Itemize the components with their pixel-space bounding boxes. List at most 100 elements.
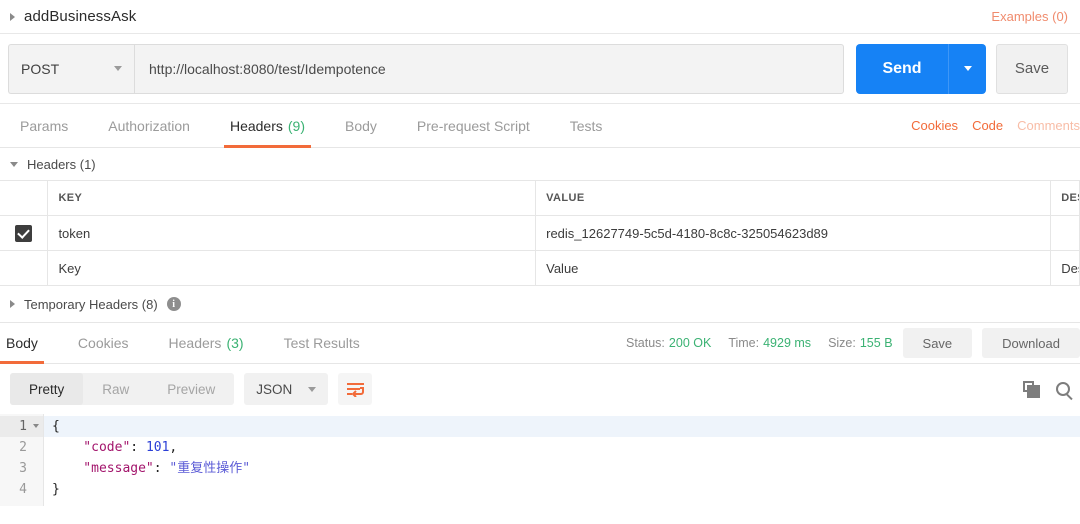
comments-link[interactable]: Comments	[1017, 118, 1080, 133]
headers-table: KEY VALUE DESCRIPTION ••• Bulk Edit Pres…	[0, 180, 1080, 286]
line-number-value: 2	[19, 440, 27, 455]
header-value-col: VALUE	[535, 180, 1052, 216]
response-bar: Body Cookies Headers (3) Test Results St…	[0, 322, 1080, 364]
code-token-punct: }	[52, 482, 60, 497]
tab-label: Authorization	[108, 117, 190, 134]
code-token-key: "message"	[52, 461, 154, 476]
placeholder-description-cell[interactable]: Description	[1050, 250, 1080, 286]
time-stat: Time: 4929 ms	[728, 336, 811, 350]
response-tabs: Body Cookies Headers (3) Test Results	[0, 323, 380, 364]
tab-label: Headers	[168, 335, 222, 351]
table-header-row: KEY VALUE DESCRIPTION ••• Bulk Edit Pres…	[0, 180, 1080, 216]
language-select[interactable]: JSON	[244, 373, 329, 405]
word-wrap-button[interactable]	[338, 373, 373, 405]
save-request-button[interactable]: Save	[996, 43, 1068, 94]
code-token-punct: :	[130, 440, 146, 455]
cookies-link[interactable]: Cookies	[911, 118, 958, 133]
tab-authorization[interactable]: Authorization	[88, 104, 210, 147]
format-raw[interactable]: Raw	[83, 373, 148, 405]
line-number-value: 3	[19, 461, 27, 476]
row-key-cell[interactable]: token	[47, 215, 537, 251]
code-token-punct: {	[52, 419, 60, 434]
code-token-punct: ,	[169, 440, 178, 455]
send-button-group: Send	[856, 43, 986, 94]
temporary-headers-label: Temporary Headers (8)	[24, 296, 158, 312]
url-bar: POST http://localhost:8080/test/Idempote…	[0, 34, 1080, 104]
tab-label: Test Results	[283, 335, 360, 351]
response-body-code: 1 2 3 4 { "code": 101, "message": "重复性操作…	[0, 414, 1080, 506]
header-description-col: DESCRIPTION ••• Bulk Edit Presets	[1050, 180, 1080, 216]
size-label: Size:	[828, 336, 856, 350]
http-method-select[interactable]: POST	[8, 43, 134, 94]
code-token-punct: :	[153, 461, 170, 476]
header-checkbox-col	[0, 180, 49, 216]
table-row: token redis_12627749-5c5d-4180-8c8c-3250…	[0, 215, 1080, 251]
tab-tests[interactable]: Tests	[550, 104, 623, 147]
line-number-value: 4	[19, 482, 27, 497]
search-icon[interactable]	[1056, 382, 1070, 396]
response-actions: Save Download	[893, 323, 1080, 363]
info-icon[interactable]: i	[166, 297, 181, 311]
tab-body[interactable]: Body	[325, 104, 397, 147]
time-label: Time:	[728, 336, 760, 350]
download-response-button[interactable]: Download	[982, 328, 1080, 358]
copy-icon[interactable]	[1023, 380, 1040, 398]
fold-caret-icon[interactable]	[33, 424, 39, 428]
line-number-gutter: 1 2 3 4	[0, 414, 44, 506]
request-name-bar: addBusinessAsk Examples (0)	[0, 0, 1080, 34]
format-mode-group: Pretty Raw Preview	[10, 373, 235, 405]
tab-pre-request-script[interactable]: Pre-request Script	[397, 104, 550, 147]
tab-label: Cookies	[77, 335, 129, 351]
tab-label: Params	[20, 117, 69, 134]
send-button[interactable]: Send	[856, 43, 948, 94]
url-input[interactable]: http://localhost:8080/test/Idempotence	[134, 43, 844, 94]
placeholder-value-cell[interactable]: Value	[535, 250, 1052, 286]
code-token-key: "code"	[52, 440, 131, 455]
row-checkbox-cell[interactable]	[0, 215, 49, 251]
format-pretty[interactable]: Pretty	[10, 373, 84, 405]
tab-label: Tests	[569, 117, 603, 134]
chevron-down-icon	[963, 66, 972, 71]
temporary-headers-row[interactable]: Temporary Headers (8) i	[0, 286, 1080, 322]
request-tabs: Params Authorization Headers (9) Body Pr…	[0, 104, 1080, 148]
response-tab-cookies[interactable]: Cookies	[58, 323, 149, 363]
code-link[interactable]: Code	[972, 118, 1003, 133]
caret-right-icon[interactable]	[10, 12, 15, 21]
caret-right-icon	[10, 300, 15, 308]
line-number: 4	[0, 479, 43, 500]
line-number: 2	[0, 437, 43, 458]
send-options-button[interactable]	[948, 43, 986, 94]
code-line: }	[44, 479, 1080, 500]
row-value-cell[interactable]: redis_12627749-5c5d-4180-8c8c-325054623d…	[535, 215, 1052, 251]
tab-params[interactable]: Params	[0, 104, 88, 147]
tab-label: Headers	[229, 117, 283, 134]
request-name: addBusinessAsk	[24, 8, 137, 25]
headers-section-title[interactable]: Headers (1)	[0, 148, 1080, 180]
placeholder-checkbox-cell	[0, 250, 49, 286]
size-value: 155 B	[859, 336, 893, 350]
placeholder-key-cell[interactable]: Key	[47, 250, 537, 286]
save-response-button[interactable]: Save	[902, 328, 973, 358]
code-line: "code": 101,	[44, 437, 1080, 458]
status-label: Status:	[626, 336, 665, 350]
response-body-icons	[1023, 380, 1070, 398]
response-tab-test-results[interactable]: Test Results	[264, 323, 380, 363]
size-stat: Size: 155 B	[828, 336, 892, 350]
tab-headers[interactable]: Headers (9)	[210, 104, 325, 148]
copy-front-sheet	[1027, 384, 1040, 398]
code-line: {	[44, 416, 1080, 437]
response-tab-body[interactable]: Body	[0, 323, 58, 364]
code-line: "message": "重复性操作"	[44, 458, 1080, 479]
tab-label: Body	[6, 335, 38, 351]
examples-link[interactable]: Examples (0)	[991, 9, 1068, 24]
row-enabled-checkbox[interactable]	[15, 224, 33, 242]
response-tab-headers[interactable]: Headers (3)	[149, 323, 264, 363]
format-preview[interactable]: Preview	[148, 373, 234, 405]
word-wrap-icon	[346, 382, 364, 397]
language-value: JSON	[256, 381, 293, 397]
response-bar-spacer	[380, 323, 626, 363]
row-description-cell[interactable]	[1050, 215, 1080, 251]
response-stats: Status: 200 OK Time: 4929 ms Size: 155 B	[626, 323, 893, 363]
code-lines[interactable]: { "code": 101, "message": "重复性操作"}	[44, 414, 1080, 506]
line-number-value: 1	[19, 419, 27, 434]
